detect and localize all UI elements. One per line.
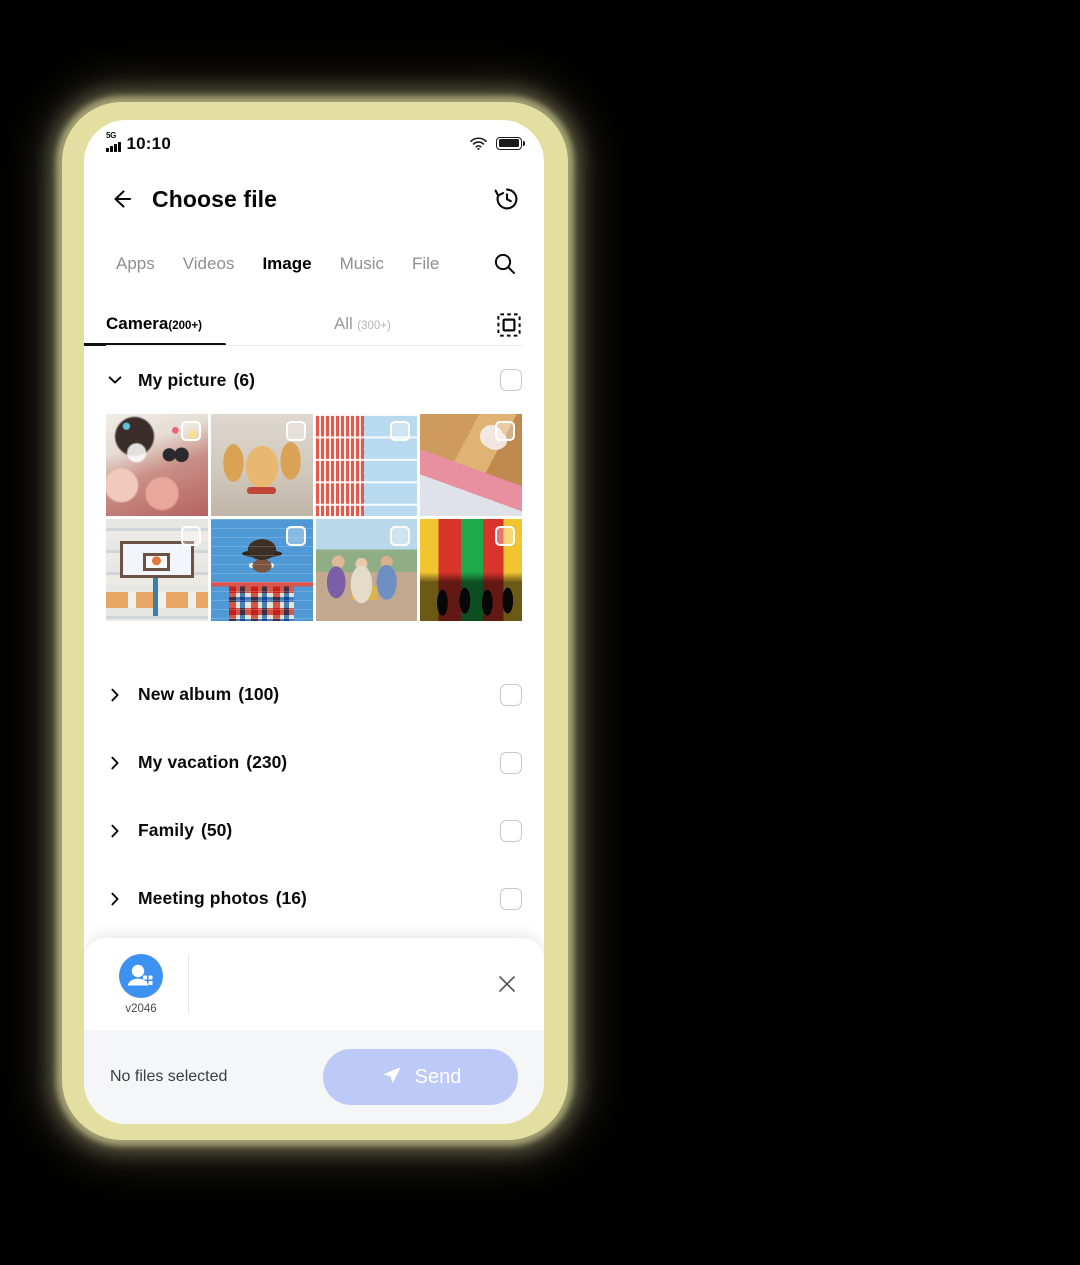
album-name: Meeting photos (138, 888, 269, 908)
wifi-icon (470, 136, 487, 150)
send-plane-icon (380, 1063, 404, 1092)
chevron-right-icon[interactable] (106, 822, 124, 840)
signal-bars (106, 142, 121, 152)
subtab-all[interactable]: All (300+) (334, 314, 391, 346)
album-checkbox[interactable] (500, 819, 522, 842)
thumbnail-item[interactable] (420, 414, 522, 516)
thumbnail-item[interactable] (106, 518, 208, 621)
thumbnail-item[interactable] (106, 414, 208, 516)
history-icon[interactable] (492, 184, 522, 214)
status-bar: 5G 10:10 (84, 120, 544, 162)
page-title: Choose file (152, 185, 278, 212)
contact-avatar-icon (119, 953, 163, 998)
thumbnail-checkbox[interactable] (285, 525, 306, 546)
thumbnail-checkbox[interactable] (495, 421, 515, 441)
album-checkbox[interactable] (500, 751, 522, 774)
sub-tab-bar: Camera(200+) All (300+) (84, 290, 544, 346)
album-row-my-vacation[interactable]: My vacation (230) (84, 729, 544, 797)
arrow-left-icon[interactable] (106, 184, 136, 214)
subtab-all-label: All (333, 314, 353, 333)
phone-screen: 5G 10:10 Choose file Apps Videos Image M… (84, 120, 544, 1124)
battery-full-icon (496, 136, 526, 150)
chevron-right-icon[interactable] (106, 890, 124, 908)
tab-image[interactable]: Image (248, 250, 325, 278)
thumbnail-item[interactable] (420, 518, 522, 621)
primary-tab-bar: Apps Videos Image Music File (84, 236, 544, 290)
album-count: (50) (201, 820, 233, 840)
thumbnail-checkbox[interactable] (495, 525, 515, 546)
subtab-all-count: (300+) (357, 320, 391, 332)
bottom-action-bar: No files selected Send (84, 1030, 544, 1124)
sheet-divider (188, 954, 189, 1014)
status-bar-clock: 10:10 (126, 134, 171, 153)
chevron-down-icon[interactable] (106, 371, 124, 389)
tab-apps[interactable]: Apps (102, 250, 169, 278)
chevron-right-icon[interactable] (106, 686, 124, 704)
thumbnail-item[interactable] (315, 414, 418, 516)
album-count: (16) (275, 888, 307, 908)
album-name: My vacation (138, 752, 240, 772)
close-icon[interactable] (496, 973, 518, 995)
album-name: New album (138, 684, 232, 704)
status-bar-right (470, 136, 526, 150)
album-name: My picture (138, 369, 227, 390)
tab-file[interactable]: File (398, 250, 453, 278)
album-count: (100) (238, 684, 280, 704)
thumbnail-item[interactable] (210, 518, 313, 621)
send-button[interactable]: Send (323, 1049, 518, 1105)
thumbnail-item[interactable] (210, 414, 313, 516)
album-count: (6) (233, 369, 255, 390)
bottom-sheet: v2046 No files selected Send (84, 938, 544, 1124)
album-name: Family (138, 820, 195, 840)
device-chip[interactable]: v2046 (110, 953, 172, 1015)
thumbnail-checkbox[interactable] (390, 421, 411, 441)
app-bar: Choose file (84, 162, 544, 236)
subtab-underline-rule (106, 345, 522, 346)
chevron-right-icon[interactable] (106, 754, 124, 772)
tab-videos[interactable]: Videos (169, 250, 249, 278)
subtab-camera-label: Camera (106, 314, 169, 333)
select-all-icon[interactable] (496, 312, 522, 338)
tab-music[interactable]: Music (326, 250, 398, 278)
album-count: (230) (246, 752, 288, 772)
status-bar-left: 5G 10:10 (106, 131, 171, 153)
album-row-family[interactable]: Family (50) (84, 797, 544, 865)
signal-5g-icon: 5G (106, 131, 121, 152)
thumbnail-checkbox[interactable] (180, 525, 201, 546)
album-checkbox[interactable] (500, 887, 522, 910)
thumbnail-checkbox[interactable] (180, 421, 201, 441)
album-row-my-picture[interactable]: My picture (6) (84, 346, 544, 414)
subtab-camera[interactable]: Camera(200+) (84, 314, 226, 346)
thumbnail-item[interactable] (315, 518, 418, 621)
album-checkbox[interactable] (500, 683, 522, 706)
send-button-label: Send (414, 1065, 462, 1088)
album-checkbox[interactable] (500, 369, 522, 391)
selection-status-text: No files selected (110, 1068, 228, 1085)
search-icon[interactable] (492, 251, 518, 277)
photo-grid (84, 414, 544, 621)
screenshot-stage: 5G 10:10 Choose file Apps Videos Image M… (0, 0, 1080, 1265)
album-row-meeting-photos[interactable]: Meeting photos (16) (84, 865, 544, 933)
bottom-sheet-devices: v2046 (84, 938, 544, 1030)
thumbnail-checkbox[interactable] (285, 421, 306, 441)
device-name-label: v2046 (125, 1002, 157, 1015)
album-row-new-album[interactable]: New album (100) (84, 661, 544, 729)
subtab-camera-count: (200+) (168, 320, 202, 332)
thumbnail-checkbox[interactable] (390, 525, 411, 546)
network-type-label: 5G (106, 131, 117, 140)
